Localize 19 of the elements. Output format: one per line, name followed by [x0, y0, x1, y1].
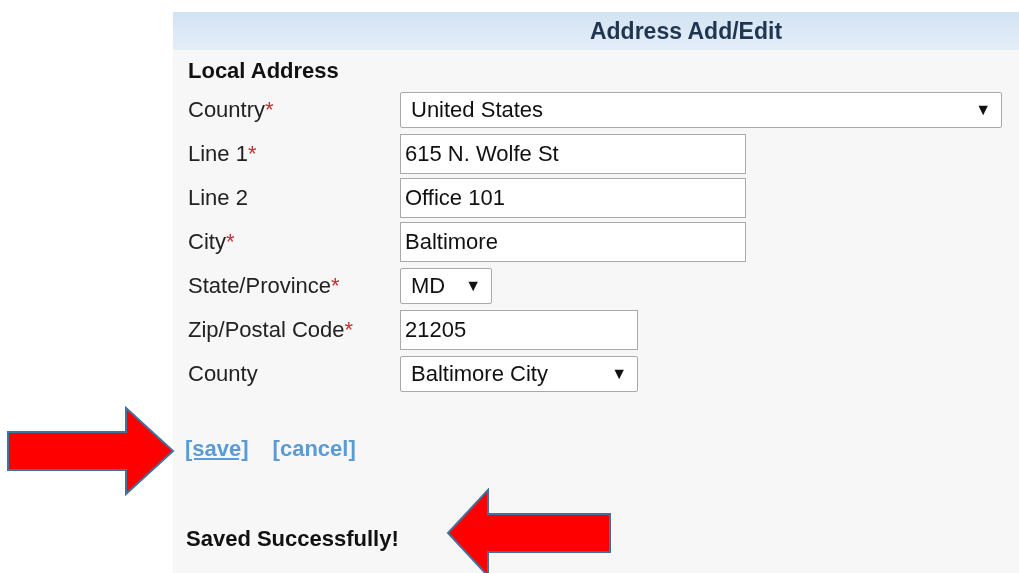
status-message: Saved Successfully!: [186, 526, 399, 551]
select-field[interactable]: Baltimore City ▼: [400, 356, 638, 392]
select-field[interactable]: MD ▼: [400, 268, 492, 304]
field-label: City*: [188, 229, 235, 255]
arrow-icon: [446, 488, 612, 573]
field-label: Zip/Postal Code*: [188, 317, 354, 343]
input-field[interactable]: 21205: [400, 310, 638, 350]
field-label: Line 2: [188, 185, 248, 211]
input-field[interactable]: 615 N. Wolfe St: [400, 134, 746, 174]
field-label: Line 1*: [188, 141, 257, 167]
field-label: Country*: [188, 97, 274, 123]
select-field[interactable]: United States ▼: [400, 92, 1002, 128]
field-label: County: [188, 361, 258, 387]
field-label: State/Province*: [188, 273, 340, 299]
panel-title: Address Add/Edit: [589, 17, 783, 45]
arrow-icon: [6, 406, 176, 496]
input-field[interactable]: Office 101: [400, 178, 746, 218]
section-title: Local Address: [187, 57, 340, 85]
input-field[interactable]: Baltimore: [400, 222, 746, 262]
